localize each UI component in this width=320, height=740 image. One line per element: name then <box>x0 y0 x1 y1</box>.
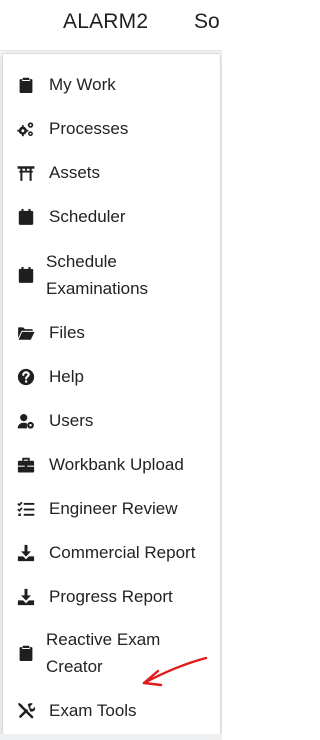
navbar-truncated-item[interactable]: So <box>194 10 220 34</box>
menu-item-help[interactable]: Help <box>3 363 220 390</box>
folder-open-icon <box>16 323 36 343</box>
menu-item-label: Assets <box>49 163 101 182</box>
app-page: ALARM2 So My Work Processes Assets Sched… <box>0 0 222 740</box>
menu-item-label: Exam Tools <box>49 701 137 720</box>
menu-item-exam-tools[interactable]: Exam Tools <box>3 697 220 724</box>
menu-item-label: Processes <box>49 119 129 138</box>
menu-item-reactive-exam-creator[interactable]: Reactive Exam Creator <box>3 626 220 680</box>
download-icon <box>16 587 36 607</box>
menu-item-label: Scheduler <box>49 207 126 226</box>
torii-gate-icon <box>16 163 36 183</box>
menu-item-label: Users <box>49 411 94 430</box>
menu-item-schedule-examinations[interactable]: Schedule Examinations <box>3 248 220 302</box>
dropdown-menu: My Work Processes Assets Scheduler Sched… <box>2 53 221 736</box>
menu-item-label: Schedule Examinations <box>46 252 149 298</box>
menu-item-label: Files <box>49 323 85 342</box>
calendar-icon <box>16 265 36 285</box>
clipboard-icon <box>16 75 36 95</box>
menu-item-label: My Work <box>49 75 116 94</box>
menu-item-label: Help <box>49 367 84 386</box>
download-icon <box>16 543 36 563</box>
page-bottom-strip <box>0 734 222 740</box>
menu-item-progress-report[interactable]: Progress Report <box>3 583 220 610</box>
menu-item-assets[interactable]: Assets <box>3 159 220 186</box>
menu-item-engineer-review[interactable]: Engineer Review <box>3 495 220 522</box>
menu-item-label: Reactive Exam Creator <box>46 630 161 676</box>
menu-item-commercial-report[interactable]: Commercial Report <box>3 539 220 566</box>
menu-item-label: Engineer Review <box>49 499 178 518</box>
menu-item-label: Commercial Report <box>49 543 196 562</box>
question-circle-icon <box>16 367 36 387</box>
menu-item-users[interactable]: Users <box>3 407 220 434</box>
menu-item-processes[interactable]: Processes <box>3 115 220 142</box>
briefcase-icon <box>16 455 36 475</box>
list-check-icon <box>16 499 36 519</box>
menu-item-scheduler[interactable]: Scheduler <box>3 203 220 230</box>
menu-item-workbank-upload[interactable]: Workbank Upload <box>3 451 220 478</box>
menu-item-label: Workbank Upload <box>49 455 184 474</box>
tools-icon <box>16 701 36 721</box>
cogs-icon <box>16 119 36 139</box>
app-title[interactable]: ALARM2 <box>63 10 148 34</box>
menu-item-label: Progress Report <box>49 587 173 606</box>
calendar-icon <box>16 207 36 227</box>
user-cog-icon <box>16 411 36 431</box>
clipboard-icon <box>16 643 36 663</box>
menu-item-my-work[interactable]: My Work <box>3 71 220 98</box>
top-navbar: ALARM2 So <box>0 0 222 51</box>
menu-item-files[interactable]: Files <box>3 319 220 346</box>
